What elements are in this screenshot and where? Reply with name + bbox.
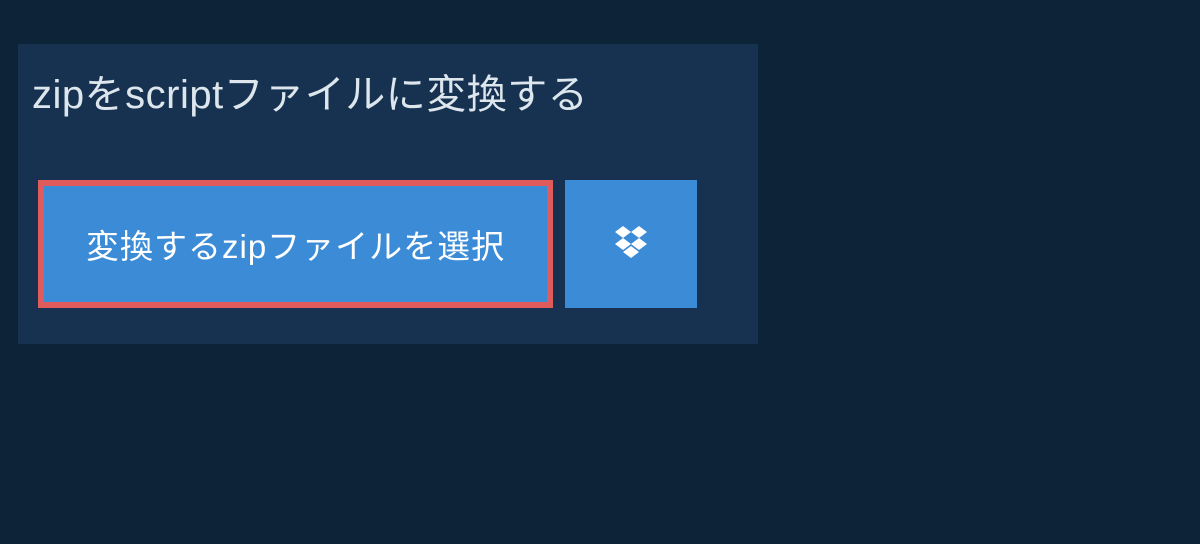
page-title: zipをscriptファイルに変換する <box>32 62 588 120</box>
select-file-label: 変換するzipファイルを選択 <box>86 220 505 268</box>
dropbox-icon <box>611 222 651 267</box>
converter-panel: zipをscriptファイルに変換する 変換するzipファイルを選択 <box>18 44 758 344</box>
select-file-button[interactable]: 変換するzipファイルを選択 <box>38 180 553 308</box>
title-wrapper: zipをscriptファイルに変換する <box>18 44 616 138</box>
dropbox-button[interactable] <box>565 180 697 308</box>
button-row: 変換するzipファイルを選択 <box>38 180 758 308</box>
